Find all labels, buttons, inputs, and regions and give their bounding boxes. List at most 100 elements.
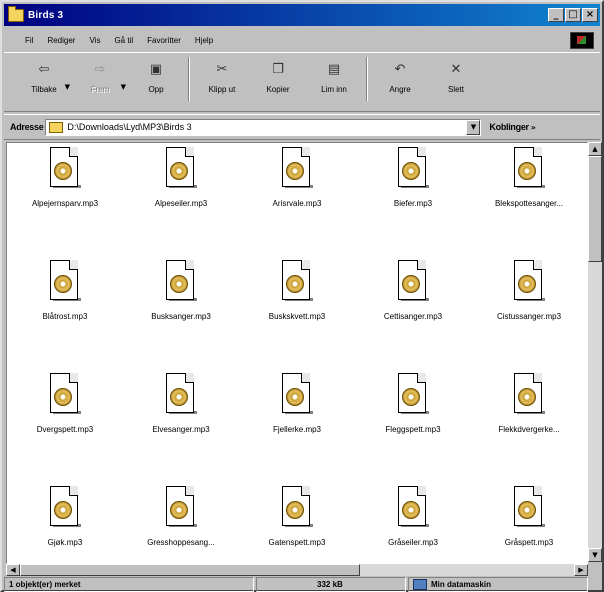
file-item[interactable]: Alpejernsparv.mp3 <box>7 143 123 256</box>
file-name: Fleggspett.mp3 <box>385 425 441 434</box>
toolbar-button-3[interactable]: ✂ Klipp ut <box>194 53 250 105</box>
horizontal-scroll-thumb[interactable] <box>20 564 360 576</box>
links-label: Koblinger <box>489 122 529 132</box>
mp3-file-icon <box>512 486 546 530</box>
file-name: Busksanger.mp3 <box>151 312 211 321</box>
toolbar-separator <box>366 57 368 101</box>
file-name: Fjellerke.mp3 <box>272 425 321 434</box>
file-name: Buskskvett.mp3 <box>268 312 326 321</box>
menu-item-0[interactable]: Fil <box>24 36 34 45</box>
mp3-file-icon <box>396 147 430 191</box>
file-item[interactable]: Alpeseiler.mp3 <box>123 143 239 256</box>
file-item[interactable]: Gatenspett.mp3 <box>239 482 355 563</box>
up-folder-icon: ▣ <box>149 62 163 77</box>
chevron-right-icon: » <box>530 123 536 132</box>
vertical-scrollbar[interactable]: ▲ ▼ <box>588 142 602 562</box>
file-item[interactable]: Gråspett.mp3 <box>471 482 587 563</box>
status-size: 332 kB <box>256 577 406 592</box>
folder-icon <box>49 121 64 133</box>
back-arrow-icon: ⇦ <box>38 62 50 77</box>
file-item[interactable]: Gråseiler.mp3 <box>355 482 471 563</box>
toolbar-button-label: Lim inn <box>321 85 347 94</box>
status-selection: 1 objekt(er) merket <box>4 577 254 592</box>
file-name: Gråspett.mp3 <box>504 538 554 547</box>
mp3-file-icon <box>164 486 198 530</box>
file-name: Arisrvale.mp3 <box>272 199 322 208</box>
mp3-file-icon <box>48 260 82 304</box>
horizontal-scrollbar[interactable]: ◀ ▶ <box>6 564 588 576</box>
mp3-file-icon <box>512 147 546 191</box>
dropdown-arrow-icon[interactable]: ▼ <box>121 83 126 91</box>
menu-item-4[interactable]: Favoritter <box>146 36 182 45</box>
file-item[interactable]: Fleggspett.mp3 <box>355 369 471 482</box>
toolbar-button-7[interactable]: ✕ Slett <box>428 53 484 105</box>
undo-icon: ↶ <box>394 62 406 77</box>
file-name: Blåtrost.mp3 <box>42 312 88 321</box>
mp3-file-icon <box>48 373 82 417</box>
file-name: Flekkdvergerke... <box>498 425 560 434</box>
mp3-file-icon <box>48 147 82 191</box>
file-name: Gatenspett.mp3 <box>268 538 326 547</box>
toolbar-button-4[interactable]: ❐ Kopier <box>250 53 306 105</box>
file-name: Blekspottesanger... <box>494 199 564 208</box>
toolbar-button-1[interactable]: ⇨ Frem ▼ <box>72 53 128 105</box>
scroll-down-button[interactable]: ▼ <box>588 548 602 562</box>
file-name: Gjøk.mp3 <box>47 538 83 547</box>
file-item[interactable]: Dvergspett.mp3 <box>7 369 123 482</box>
toolbar-button-0[interactable]: ⇦ Tilbake ▼ <box>16 53 72 105</box>
menu-item-3[interactable]: Gå til <box>113 36 134 45</box>
explorer-window: Birds 3 _ □ × Fil Rediger Vis Gå til Favorit… <box>0 0 604 592</box>
mp3-file-icon <box>280 486 314 530</box>
address-label: Adresse <box>10 122 44 132</box>
mp3-file-icon <box>48 486 82 530</box>
toolbar-button-label: Angre <box>389 85 411 94</box>
mp3-file-icon <box>280 373 314 417</box>
menu-item-5[interactable]: Hjelp <box>194 36 214 45</box>
file-item[interactable]: Biefer.mp3 <box>355 143 471 256</box>
toolbar-button-6[interactable]: ↶ Angre <box>372 53 428 105</box>
dropdown-arrow-icon[interactable]: ▼ <box>65 83 70 91</box>
toolbar-button-5[interactable]: ▤ Lim inn <box>306 53 362 105</box>
file-item[interactable]: Arisrvale.mp3 <box>239 143 355 256</box>
file-item[interactable]: Flekkdvergerke... <box>471 369 587 482</box>
address-dropdown-button[interactable]: ▼ <box>466 119 481 135</box>
file-name: Dvergspett.mp3 <box>36 425 94 434</box>
maximize-button[interactable]: □ <box>565 8 581 22</box>
mp3-file-icon <box>164 260 198 304</box>
file-item[interactable]: Busksanger.mp3 <box>123 256 239 369</box>
scroll-up-button[interactable]: ▲ <box>588 142 602 156</box>
vertical-scroll-thumb[interactable] <box>588 156 602 262</box>
close-button[interactable]: × <box>582 8 598 22</box>
status-zone-label: Min datamaskin <box>431 580 492 589</box>
mp3-file-icon <box>280 260 314 304</box>
title-bar[interactable]: Birds 3 _ □ × <box>4 4 600 26</box>
file-item[interactable]: Gjøk.mp3 <box>7 482 123 563</box>
toolbar-button-2[interactable]: ▣ Opp <box>128 53 184 105</box>
toolbar-button-label: Kopier <box>266 85 290 94</box>
toolbar-separator <box>188 57 190 101</box>
scroll-left-button[interactable]: ◀ <box>6 564 20 576</box>
menu-item-1[interactable]: Rediger <box>46 36 76 45</box>
window-controls: _ □ × <box>548 8 598 22</box>
mp3-file-icon <box>396 486 430 530</box>
file-item[interactable]: Blåtrost.mp3 <box>7 256 123 369</box>
file-name: Alpejernsparv.mp3 <box>31 199 99 208</box>
file-item[interactable]: Elvesanger.mp3 <box>123 369 239 482</box>
address-input[interactable]: D:\Downloads\Lyd\MP3\Birds 3 ▼ <box>45 118 482 136</box>
links-button[interactable]: Koblinger» <box>489 122 535 132</box>
copy-icon: ❐ <box>272 62 284 77</box>
mp3-file-icon <box>512 260 546 304</box>
file-item[interactable]: Gresshoppesang... <box>123 482 239 563</box>
windows-logo-icon <box>570 32 594 49</box>
file-list-pane[interactable]: Alpejernsparv.mp3 Alpeseiler.mp3 Arisrvale… <box>6 142 588 564</box>
toolbar-button-label: Klipp ut <box>208 85 236 94</box>
file-item[interactable]: Cistussanger.mp3 <box>471 256 587 369</box>
file-item[interactable]: Blekspottesanger... <box>471 143 587 256</box>
toolbar: ⇦ Tilbake ▼ ⇨ Frem ▼ ▣ Opp ✂ Klipp ut ❐ Kopier ▤ Lim … <box>4 52 600 112</box>
menu-item-2[interactable]: Vis <box>88 36 101 45</box>
file-item[interactable]: Buskskvett.mp3 <box>239 256 355 369</box>
scroll-right-button[interactable]: ▶ <box>574 564 588 576</box>
minimize-button[interactable]: _ <box>548 8 564 22</box>
file-item[interactable]: Fjellerke.mp3 <box>239 369 355 482</box>
file-item[interactable]: Cettisanger.mp3 <box>355 256 471 369</box>
